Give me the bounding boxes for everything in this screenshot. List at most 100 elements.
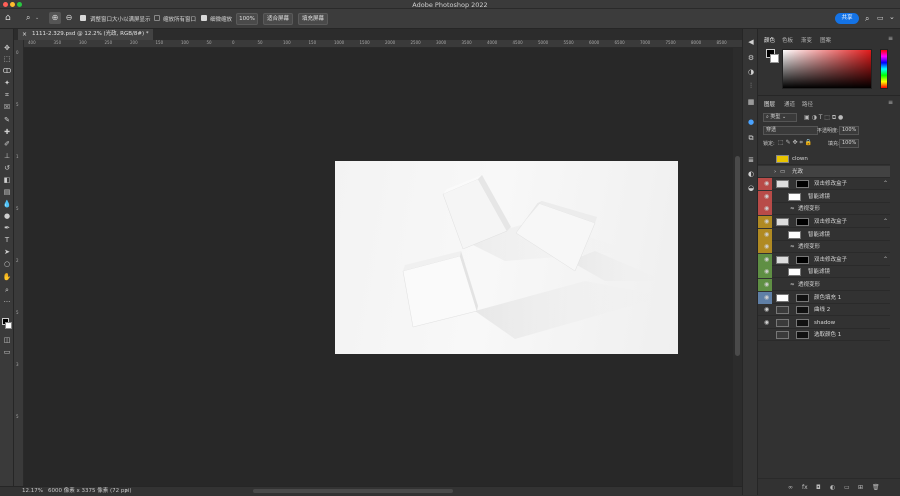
frame-tool-icon[interactable]: ☒ <box>2 102 12 112</box>
plugins-icon[interactable]: ⧉ <box>746 133 756 143</box>
visibility-eye-icon[interactable]: ◉ <box>764 266 771 278</box>
tab-color[interactable]: 颜色 <box>764 36 775 44</box>
document-tab[interactable]: × 1111-2.329.psd @ 12.2% (光政, RGB/8#) * <box>18 29 153 40</box>
visibility-eye-icon[interactable]: ◉ <box>764 279 771 291</box>
paragraph-icon[interactable]: ≣ <box>746 155 756 165</box>
background-swatch[interactable] <box>770 54 779 63</box>
fill-screen-button[interactable]: 填充屏幕 <box>298 13 328 25</box>
brush-tool-icon[interactable]: ✐ <box>2 139 12 149</box>
layer-row[interactable]: ◉ ⌃ 双击修改盒子 <box>758 216 890 228</box>
blur-tool-icon[interactable]: 💧 <box>2 199 12 209</box>
lasso-tool-icon[interactable]: ↀ <box>2 66 12 76</box>
move-tool-icon[interactable]: ✥ <box>2 43 12 53</box>
marquee-tool-icon[interactable]: ⬚ <box>2 54 12 64</box>
background-color-swatch[interactable] <box>5 322 12 329</box>
smart-filter-icon[interactable]: ⌃ <box>883 178 888 190</box>
layer-row[interactable]: ◉ 智能滤镜 <box>758 190 890 203</box>
blend-mode-select[interactable]: 穿透 <box>763 126 818 135</box>
eraser-tool-icon[interactable]: ◧ <box>2 175 12 185</box>
layer-row[interactable]: ◉ 智能滤镜 <box>758 228 890 241</box>
fx-icon[interactable]: fx <box>802 484 808 491</box>
layer-row[interactable]: ◉ ≈ 透视变形 <box>758 203 890 216</box>
tab-patterns[interactable]: 图案 <box>820 36 831 44</box>
history-icon[interactable]: ◀ <box>746 37 756 47</box>
libraries-icon[interactable]: ▦ <box>746 97 756 107</box>
new-adjustment-icon[interactable]: ◐ <box>830 484 835 491</box>
chevron-right-icon[interactable]: › <box>125 487 127 495</box>
type-tool-icon[interactable]: T <box>2 235 12 245</box>
home-icon[interactable]: ⌂ <box>5 13 11 23</box>
vertical-scrollbar[interactable] <box>733 48 742 486</box>
tab-channels[interactable]: 通道 <box>784 100 795 108</box>
document-canvas[interactable] <box>335 161 678 354</box>
opacity-field[interactable]: 100% <box>839 126 859 135</box>
add-mask-icon[interactable]: ◘ <box>816 484 821 491</box>
eyedropper-tool-icon[interactable]: ✎ <box>2 115 12 125</box>
chevron-down-icon[interactable]: ⌄ <box>889 13 895 21</box>
search-icon[interactable]: ⌕ <box>865 14 869 24</box>
trash-icon[interactable]: 🗑 <box>872 484 880 491</box>
resize-windows-checkbox[interactable] <box>80 15 86 21</box>
zoom-level[interactable]: 12.17% <box>22 487 43 495</box>
layer-row[interactable]: ◉ 曲线 2 <box>758 304 890 317</box>
layer-filter-select[interactable]: ⌕ 类型 ⌄ <box>763 113 797 122</box>
vertical-scroll-thumb[interactable] <box>735 156 740 356</box>
horizontal-scroll-thumb[interactable] <box>253 489 453 493</box>
zoom-tool-icon[interactable]: ⌕ <box>26 13 30 23</box>
new-group-icon[interactable]: ▭ <box>844 484 850 491</box>
layer-row[interactable]: 选取颜色 1 <box>758 329 890 342</box>
share-button[interactable]: 共享 <box>835 13 859 24</box>
healing-brush-tool-icon[interactable]: ✚ <box>2 127 12 137</box>
shape-tool-icon[interactable]: ○ <box>2 259 12 269</box>
hue-slider[interactable] <box>880 49 888 89</box>
visibility-eye-icon[interactable]: ◉ <box>764 304 771 316</box>
zoom-in-icon[interactable]: ⊕ <box>49 12 61 24</box>
pen-tool-icon[interactable]: ✒ <box>2 223 12 233</box>
channels-icon[interactable]: ◒ <box>746 183 756 193</box>
layer-row[interactable]: ◉ ≈ 透视变形 <box>758 241 890 254</box>
path-selection-tool-icon[interactable]: ➤ <box>2 247 12 257</box>
gradient-tool-icon[interactable]: ▤ <box>2 187 12 197</box>
layer-row[interactable]: clown <box>758 153 890 165</box>
link-layers-icon[interactable]: ∞ <box>788 484 793 491</box>
visibility-eye-icon[interactable]: ◉ <box>764 241 771 253</box>
more-tools-icon[interactable]: ··· <box>2 297 12 307</box>
panel-menu-icon[interactable]: ≡ <box>888 99 893 106</box>
zoom-out-icon[interactable]: ⊖ <box>63 12 75 24</box>
dodge-tool-icon[interactable]: ● <box>2 211 12 221</box>
visibility-eye-icon[interactable]: ◉ <box>764 229 771 241</box>
history-brush-tool-icon[interactable]: ↺ <box>2 163 12 173</box>
layer-row[interactable]: ◉ ⌃ 双击修改盒子 <box>758 253 890 266</box>
smart-filter-icon[interactable]: ⌃ <box>883 254 888 266</box>
panel-menu-icon[interactable]: ≡ <box>888 35 893 42</box>
chevron-right-icon[interactable]: › <box>774 166 776 178</box>
fit-screen-button[interactable]: 适合屏幕 <box>263 13 293 25</box>
actions-icon[interactable]: ⫶ <box>746 81 756 91</box>
tab-layers[interactable]: 图层 <box>764 100 775 108</box>
visibility-eye-icon[interactable]: ◉ <box>764 216 771 228</box>
scrubby-zoom-checkbox[interactable] <box>201 15 207 21</box>
fill-field[interactable]: 100% <box>839 139 859 148</box>
layer-row[interactable]: ◉ ⌃ 双击修改盒子 <box>758 178 890 191</box>
visibility-eye-icon[interactable]: ◉ <box>764 317 771 329</box>
properties-icon[interactable]: ⚙ <box>746 53 756 63</box>
filter-pixel-icon[interactable]: ▣ ◑ T ⬚ ⧉ ● <box>804 114 843 122</box>
crop-tool-icon[interactable]: ⌗ <box>2 90 12 100</box>
color-picker-field[interactable] <box>782 49 872 89</box>
visibility-eye-icon[interactable]: ◉ <box>764 203 771 215</box>
magic-wand-tool-icon[interactable]: ✦ <box>2 78 12 88</box>
zoom-all-windows-checkbox[interactable] <box>154 15 160 21</box>
clone-stamp-tool-icon[interactable]: ⊥ <box>2 151 12 161</box>
visibility-eye-icon[interactable]: ◉ <box>764 292 771 304</box>
zoom-tool-icon[interactable]: ⌕ <box>2 285 12 295</box>
chevron-down-icon[interactable]: ⌄ <box>35 15 39 21</box>
workspace-icon[interactable]: ▭ <box>877 14 884 22</box>
smart-filter-icon[interactable]: ⌃ <box>883 216 888 228</box>
new-layer-icon[interactable]: ⊞ <box>858 484 863 491</box>
close-tab-icon[interactable]: × <box>22 29 27 40</box>
adjustments-icon[interactable]: ◑ <box>746 67 756 77</box>
quick-mask-icon[interactable]: ◫ <box>2 335 12 345</box>
creative-cloud-icon[interactable]: ● <box>746 117 756 127</box>
layer-row[interactable]: › ▭ 光政 <box>758 165 890 178</box>
tab-gradients[interactable]: 渐变 <box>801 36 812 44</box>
